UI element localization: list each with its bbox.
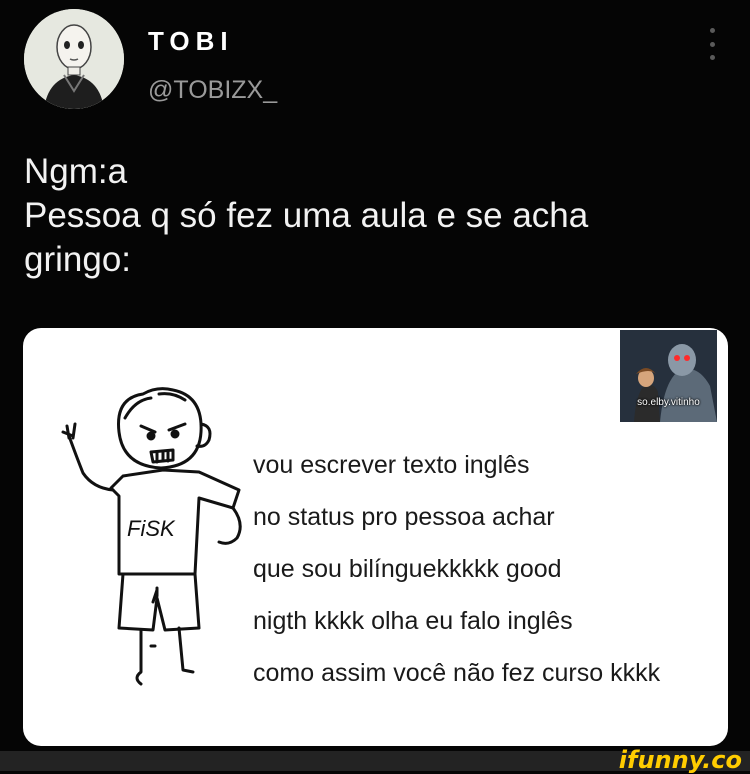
tweet-line: gringo: bbox=[24, 240, 132, 279]
watermark-label: so.elby.vitinho bbox=[637, 397, 700, 408]
more-vertical-icon[interactable] bbox=[702, 28, 722, 60]
tweet-line: Pessoa q só fez uma aula e se acha bbox=[24, 196, 589, 235]
menu-dot bbox=[709, 55, 715, 60]
meme-line: no status pro pessoa achar bbox=[253, 503, 555, 531]
menu-dot bbox=[709, 41, 715, 47]
tweet-header: TOBI @TOBIZX_ bbox=[0, 0, 750, 130]
meme-line: nigth kkkk olha eu falo inglês bbox=[253, 607, 573, 635]
avatar-image bbox=[24, 9, 124, 109]
watermark-image bbox=[620, 330, 717, 422]
display-name[interactable]: TOBI bbox=[148, 26, 234, 57]
tweet-text: Ngm:a Pessoa q só fez uma aula e se acha… bbox=[24, 150, 724, 282]
meme-line: que sou bilínguekkkkk good bbox=[253, 555, 562, 583]
user-handle[interactable]: @TOBIZX_ bbox=[148, 76, 277, 105]
stick-figure-drawing: FiSK bbox=[61, 387, 242, 686]
meme-text: vou escrever texto inglês no status pro … bbox=[253, 439, 728, 699]
ifunny-logo: ifunny.co bbox=[618, 746, 742, 774]
menu-dot bbox=[709, 28, 715, 33]
shirt-text: FiSK bbox=[127, 516, 176, 541]
avatar[interactable] bbox=[24, 9, 124, 109]
meme-line: vou escrever texto inglês bbox=[253, 451, 530, 479]
meme-line: como assim você não fez curso kkkk bbox=[253, 659, 661, 687]
watermark-sticker: so.elby.vitinho bbox=[620, 330, 717, 422]
tweet-line: Ngm:a bbox=[24, 152, 128, 191]
